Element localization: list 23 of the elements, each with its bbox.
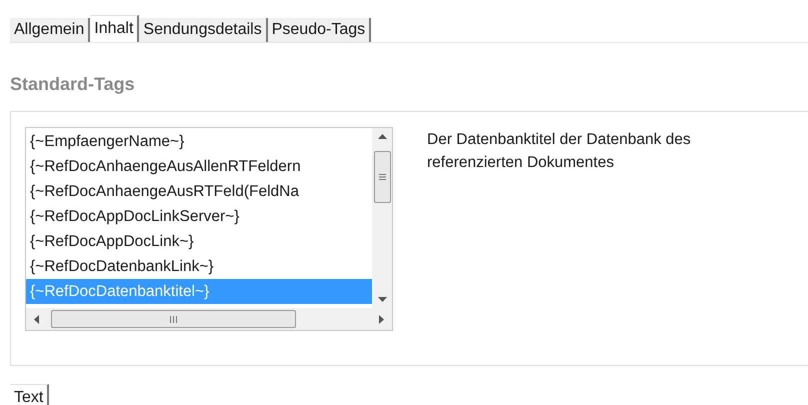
horizontal-scrollbar[interactable]: [26, 308, 392, 330]
section-title: Standard-Tags: [10, 73, 136, 96]
list-item[interactable]: {~RefDocAppDocLinkServer~}: [26, 204, 372, 229]
vertical-scrollbar[interactable]: [372, 128, 392, 308]
list-item[interactable]: {~RefDocAnhaengeAusAllenRTFeldern: [26, 154, 372, 179]
tab[interactable]: Inhalt: [90, 15, 140, 42]
scroll-down-icon[interactable]: [378, 297, 386, 302]
tab[interactable]: Text: [10, 384, 50, 405]
grip-icon: [170, 316, 177, 322]
scroll-right-icon[interactable]: [379, 314, 384, 324]
scroll-thumb[interactable]: [51, 310, 296, 328]
tab[interactable]: Sendungsdetails: [139, 18, 268, 42]
list-item[interactable]: {~RefDocDatenbankLink~}: [26, 254, 372, 279]
tab[interactable]: Allgemein: [10, 18, 90, 42]
tag-description: Der Datenbanktitel der Datenbank des referenzierten Dokumentes: [427, 130, 692, 173]
tab[interactable]: Pseudo-Tags: [268, 18, 372, 42]
list-item[interactable]: {~RefDocAppDocLink~}: [26, 229, 372, 254]
list-item[interactable]: {~EmpfaengerName~}: [26, 129, 372, 154]
scroll-thumb[interactable]: [374, 151, 390, 203]
scroll-up-icon[interactable]: [378, 134, 386, 139]
scroll-left-icon[interactable]: [34, 314, 39, 324]
grip-icon: [378, 174, 386, 180]
list-item[interactable]: {~RefDocAnhaengeAusRTFeld(FeldNa: [26, 179, 372, 204]
